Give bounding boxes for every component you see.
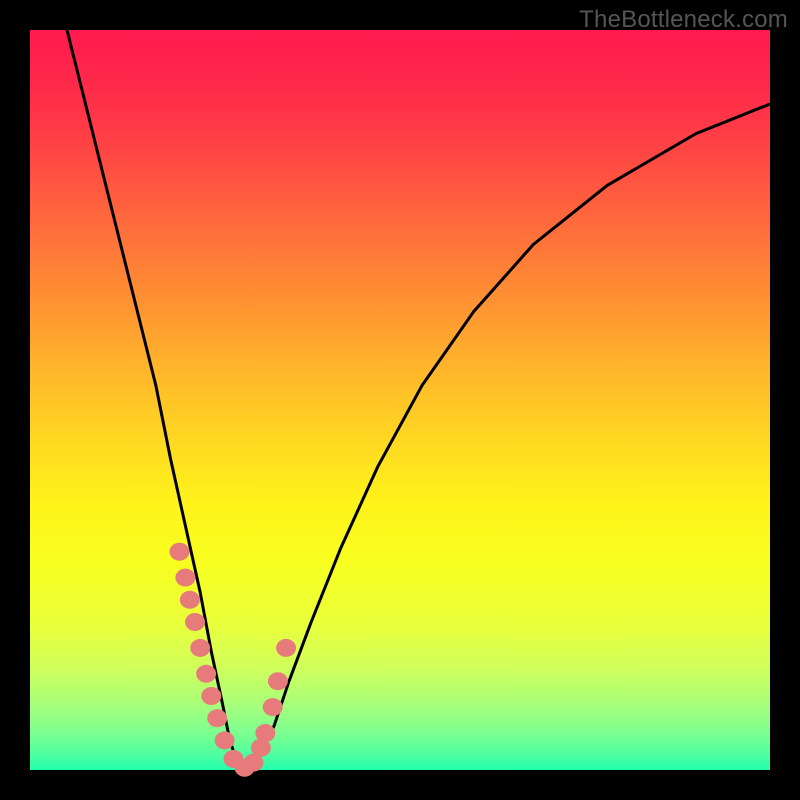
marker-point	[201, 687, 221, 705]
marker-point	[207, 709, 227, 727]
marker-point	[190, 639, 210, 657]
marker-point	[268, 672, 288, 690]
bottleneck-curve	[67, 30, 770, 770]
marker-point	[276, 639, 296, 657]
highlight-markers	[169, 543, 296, 777]
marker-point	[215, 731, 235, 749]
marker-point	[180, 591, 200, 609]
marker-point	[175, 569, 195, 587]
marker-point	[196, 665, 216, 683]
curve-svg	[30, 30, 770, 770]
plot-area	[30, 30, 770, 770]
watermark-text: TheBottleneck.com	[579, 6, 788, 34]
marker-point	[263, 698, 283, 716]
marker-point	[255, 724, 275, 742]
marker-point	[185, 613, 205, 631]
chart-frame: TheBottleneck.com	[0, 0, 800, 800]
marker-point	[169, 543, 189, 561]
